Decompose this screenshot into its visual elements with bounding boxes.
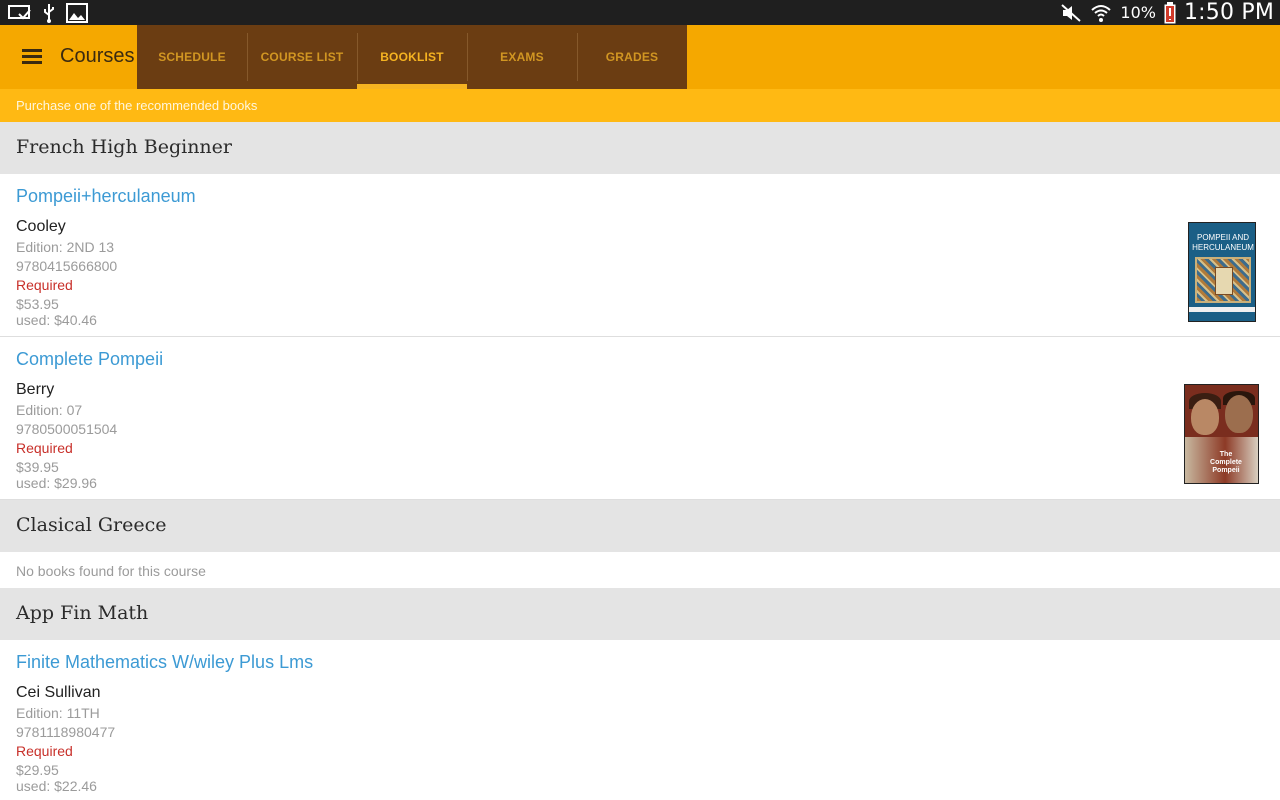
course-name: Clasical Greece	[16, 514, 167, 536]
status-icons-left	[8, 3, 88, 23]
book-price-new: $39.95	[16, 459, 59, 475]
book-item[interactable]: Pompeii+herculaneum Cooley Edition: 2ND …	[0, 174, 1280, 337]
tab-course-list[interactable]: COURSE LIST	[247, 25, 357, 89]
status-bar: 10% 1:50 PM	[0, 0, 1280, 25]
course-name: French High Beginner	[16, 136, 232, 158]
app-bar: Courses SCHEDULE COURSE LIST BOOKLIST EX…	[0, 25, 1280, 89]
course-header: Clasical Greece	[0, 500, 1280, 552]
book-price-new: $53.95	[16, 296, 59, 312]
course-header: French High Beginner	[0, 122, 1280, 174]
book-title-link[interactable]: Complete Pompeii	[16, 349, 163, 370]
book-isbn: 9780415666800	[16, 258, 118, 274]
tab-exams[interactable]: EXAMS	[467, 25, 577, 89]
usb-icon	[44, 4, 54, 23]
book-price-used: used: $29.96	[16, 475, 97, 491]
book-isbn: 9780500051504	[16, 421, 118, 437]
cover-text: The Complete Pompeii	[1210, 451, 1242, 474]
gallery-icon	[66, 3, 88, 23]
book-item[interactable]: Complete Pompeii Berry Edition: 07 97805…	[0, 337, 1280, 500]
book-edition: Edition: 07	[16, 402, 83, 418]
book-price-new: $29.95	[16, 762, 59, 778]
status-icons-right: 10% 1:50 PM	[1060, 0, 1274, 25]
book-title-link[interactable]: Pompeii+herculaneum	[16, 186, 196, 207]
tab-booklist[interactable]: BOOKLIST	[357, 25, 467, 89]
course-header: App Fin Math	[0, 588, 1280, 640]
book-item[interactable]: Finite Mathematics W/wiley Plus Lms Cei …	[0, 640, 1280, 800]
book-title-link[interactable]: Finite Mathematics W/wiley Plus Lms	[16, 652, 313, 673]
book-price-used: used: $22.46	[16, 778, 97, 794]
no-books-message: No books found for this course	[0, 552, 1280, 588]
booklist[interactable]: French High Beginner Pompeii+herculaneum…	[0, 122, 1280, 800]
tab-bar: SCHEDULE COURSE LIST BOOKLIST EXAMS GRAD…	[137, 25, 687, 89]
booklist-hint-bar: Purchase one of the recommended books	[0, 89, 1280, 122]
book-edition: Edition: 2ND 13	[16, 239, 115, 255]
no-books-text: No books found for this course	[16, 563, 206, 579]
course-name: App Fin Math	[16, 602, 149, 624]
cover-text: POMPEII AND HERCULANEUM	[1192, 233, 1254, 252]
tab-schedule[interactable]: SCHEDULE	[137, 25, 247, 89]
wifi-icon	[1091, 4, 1112, 22]
booklist-hint: Purchase one of the recommended books	[16, 98, 258, 113]
menu-icon[interactable]	[22, 49, 42, 65]
book-price-used: used: $40.46	[16, 312, 97, 328]
book-edition: Edition: 11TH	[16, 705, 100, 721]
book-required-status: Required	[16, 277, 73, 293]
book-author: Cei Sullivan	[16, 684, 101, 701]
app-title: Courses	[60, 45, 135, 67]
book-required-status: Required	[16, 440, 73, 456]
battery-low-icon	[1164, 1, 1176, 23]
book-author: Berry	[16, 381, 55, 398]
mute-icon	[1061, 3, 1082, 22]
battery-percent: 10%	[1120, 3, 1156, 22]
book-author: Cooley	[16, 218, 66, 235]
book-required-status: Required	[16, 743, 73, 759]
book-isbn: 9781118980477	[16, 724, 116, 740]
clock: 1:50 PM	[1183, 0, 1274, 25]
book-cover-image[interactable]: POMPEII AND HERCULANEUM	[1188, 222, 1256, 322]
book-cover-image[interactable]: The Complete Pompeii	[1184, 384, 1259, 484]
tab-grades[interactable]: GRADES	[577, 25, 687, 89]
cast-screen-icon	[8, 5, 31, 20]
